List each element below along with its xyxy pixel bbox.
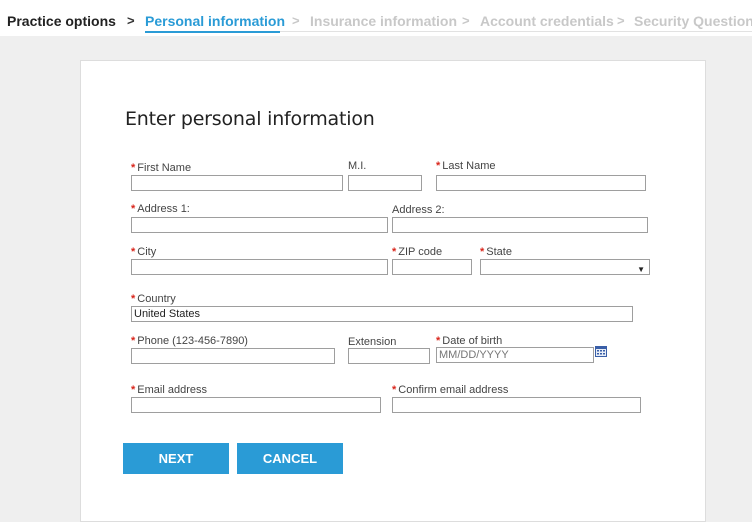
address2-field[interactable] xyxy=(392,217,648,233)
phone-label: * Phone (123-456-7890) xyxy=(131,335,248,347)
breadcrumb-separator: > xyxy=(462,13,470,28)
country-field[interactable] xyxy=(131,306,633,322)
email-label: * Email address xyxy=(131,384,207,396)
calendar-icon[interactable] xyxy=(595,346,607,357)
zip-label: * ZIP code xyxy=(392,246,443,258)
last-name-field[interactable] xyxy=(436,175,646,191)
required-marker: * xyxy=(131,162,136,174)
middle-initial-label: M.I. xyxy=(348,160,367,172)
city-label: * City xyxy=(131,246,157,258)
next-button[interactable]: NEXT xyxy=(123,443,229,474)
breadcrumb-separator: > xyxy=(127,13,135,28)
city-field[interactable] xyxy=(131,259,388,275)
confirm-email-field[interactable] xyxy=(392,397,641,413)
breadcrumb-step-security-questions: Security Questions xyxy=(634,13,752,29)
first-name-label: * First Name xyxy=(131,162,192,174)
breadcrumb-step-personal-information[interactable]: Personal information xyxy=(145,13,285,29)
address2-label: Address 2: xyxy=(392,204,445,216)
breadcrumb-step-practice-options[interactable]: Practice options xyxy=(7,13,116,29)
breadcrumb: Practice options > Personal information … xyxy=(0,0,752,36)
country-label: * Country xyxy=(131,293,176,305)
date-of-birth-field[interactable] xyxy=(436,347,594,363)
extension-label: Extension xyxy=(348,336,397,348)
address1-label: * Address 1: xyxy=(131,203,190,215)
email-field[interactable] xyxy=(131,397,381,413)
cancel-button[interactable]: CANCEL xyxy=(237,443,343,474)
state-select[interactable]: ▼ xyxy=(480,259,650,275)
active-step-underline xyxy=(145,31,280,33)
last-name-label: * Last Name xyxy=(436,160,496,172)
first-name-field[interactable] xyxy=(131,175,343,191)
breadcrumb-step-account-credentials: Account credentials xyxy=(480,13,614,29)
middle-initial-field[interactable] xyxy=(348,175,422,191)
chevron-down-icon: ▼ xyxy=(637,265,645,274)
breadcrumb-divider xyxy=(280,31,752,32)
state-label: * State xyxy=(480,246,512,258)
confirm-email-label: * Confirm email address xyxy=(392,384,509,396)
dob-label: * Date of birth xyxy=(436,335,503,347)
zip-field[interactable] xyxy=(392,259,472,275)
breadcrumb-separator: > xyxy=(617,13,625,28)
breadcrumb-separator: > xyxy=(292,13,300,28)
extension-field[interactable] xyxy=(348,348,430,364)
phone-field[interactable] xyxy=(131,348,335,364)
breadcrumb-step-insurance-information: Insurance information xyxy=(310,13,458,29)
address1-field[interactable] xyxy=(131,217,388,233)
page-title: Enter personal information xyxy=(125,108,375,130)
